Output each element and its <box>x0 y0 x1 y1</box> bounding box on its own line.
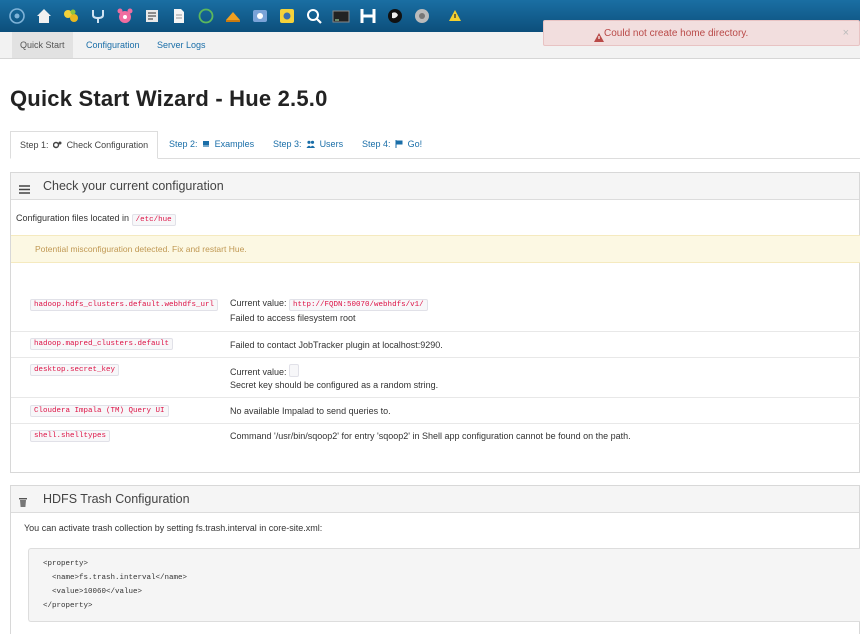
search-icon[interactable] <box>141 5 163 27</box>
help-icon[interactable] <box>411 5 433 27</box>
config-value: Command '/usr/bin/sqoop2' for entry 'sqo… <box>230 430 631 443</box>
config-key: hadoop.hdfs_clusters.default.webhdfs_url <box>30 299 219 311</box>
config-value: No available Impalad to send queries to. <box>230 405 391 418</box>
alert-warning-icon <box>594 29 604 47</box>
trash-icon <box>19 494 27 512</box>
config-message: Command '/usr/bin/sqoop2' for entry 'sqo… <box>230 431 631 441</box>
tab-step-prefix: Step 3: <box>273 139 302 149</box>
tab-step-prefix: Step 2: <box>169 139 198 149</box>
panel-title: Check your current configuration <box>43 179 224 193</box>
shell-icon[interactable] <box>330 5 352 27</box>
config-value: Current value: http://FQDN:50070/webhdfs… <box>230 297 428 325</box>
config-key: Cloudera Impala (TM) Query UI <box>30 405 169 417</box>
config-files-path: /etc/hue <box>131 214 176 226</box>
home-icon[interactable] <box>33 5 55 27</box>
config-value: Failed to contact JobTracker plugin at l… <box>230 339 443 352</box>
config-key: desktop.secret_key <box>30 364 120 376</box>
data-browsers-icon[interactable] <box>87 5 109 27</box>
trash-instructions: You can activate trash collection by set… <box>24 523 323 533</box>
config-row: desktop.secret_key Current value: Secret… <box>11 357 860 398</box>
tab-examples[interactable]: Step 2: Examples <box>160 131 263 158</box>
config-row: shell.shelltypes Command '/usr/bin/sqoop… <box>11 423 860 450</box>
users-icon <box>306 132 316 159</box>
config-key: hadoop.mapred_clusters.default <box>30 338 174 350</box>
book-icon <box>202 132 210 159</box>
workflows-icon[interactable] <box>114 5 136 27</box>
panel-header: Check your current configuration <box>11 173 859 200</box>
tab-step-prefix: Step 4: <box>362 139 391 149</box>
config-message: Failed to contact JobTracker plugin at l… <box>230 340 443 350</box>
page-title: Quick Start Wizard - Hue 2.5.0 <box>10 86 328 111</box>
code-line: </property> <box>43 602 93 610</box>
panel-title: HDFS Trash Configuration <box>43 492 190 506</box>
job-browser-icon[interactable] <box>195 5 217 27</box>
panel-header: HDFS Trash Configuration <box>11 486 859 513</box>
cogs-icon <box>52 133 62 160</box>
current-value-label: Current value: <box>230 367 287 377</box>
subnav-server-logs[interactable]: Server Logs <box>149 32 214 58</box>
config-files-line: Configuration files located in /etc/hue <box>16 213 176 226</box>
config-message: No available Impalad to send queries to. <box>230 406 391 416</box>
code-line: <value>10060</value> <box>43 588 143 596</box>
config-row: hadoop.hdfs_clusters.default.webhdfs_url… <box>11 293 860 331</box>
trash-config-code: <property> <name>fs.trash.interval</name… <box>28 548 860 622</box>
query-editors-icon[interactable] <box>60 5 82 27</box>
current-value: http://FQDN:50070/webhdfs/v1/ <box>289 299 428 311</box>
list-icon <box>19 181 30 199</box>
find-icon[interactable] <box>303 5 325 27</box>
misconfiguration-warning: Potential misconfiguration detected. Fix… <box>11 235 860 263</box>
config-row: hadoop.mapred_clusters.default Failed to… <box>11 331 860 358</box>
current-value-label: Current value: <box>230 298 287 308</box>
config-row: Cloudera Impala (TM) Query UI No availab… <box>11 397 860 424</box>
warning-text: Potential misconfiguration detected. Fix… <box>35 244 247 254</box>
current-value <box>289 364 300 377</box>
alert-message: Could not create home directory. <box>604 28 749 39</box>
error-alert: Could not create home directory. × <box>543 20 860 46</box>
wizard-tabs: Step 1: Check Configuration Step 2: Exam… <box>10 131 860 159</box>
config-message: Secret key should be configured as a ran… <box>230 380 439 390</box>
code-line: <property> <box>43 560 89 568</box>
pig-icon[interactable] <box>222 5 244 27</box>
hbase-icon[interactable] <box>357 5 379 27</box>
impala-icon[interactable] <box>276 5 298 27</box>
sqoop-icon[interactable] <box>384 5 406 27</box>
config-key: shell.shelltypes <box>30 430 111 442</box>
tab-label: Go! <box>407 139 423 149</box>
tab-step-prefix: Step 1: <box>20 140 49 150</box>
warning-icon[interactable] <box>444 5 466 27</box>
tab-users[interactable]: Step 3: Users <box>264 131 352 158</box>
config-files-text: Configuration files located in <box>16 213 130 223</box>
tab-go[interactable]: Step 4: Go! <box>353 131 431 158</box>
tab-check-configuration[interactable]: Step 1: Check Configuration <box>10 131 159 160</box>
code-line: <name>fs.trash.interval</name> <box>43 574 188 582</box>
alert-close-button[interactable]: × <box>843 21 849 45</box>
tab-label: Check Configuration <box>66 140 149 150</box>
tab-label: Users <box>319 139 344 149</box>
subnav-configuration[interactable]: Configuration <box>78 32 148 58</box>
hue-logo-icon[interactable] <box>6 5 28 27</box>
subnav-quick-start[interactable]: Quick Start <box>12 32 73 58</box>
flag-icon <box>395 132 403 159</box>
metastore-icon[interactable] <box>249 5 271 27</box>
config-value: Current value: Secret key should be conf… <box>230 364 438 392</box>
file-browser-icon[interactable] <box>168 5 190 27</box>
tab-label: Examples <box>214 139 255 149</box>
config-message: Failed to access filesystem root <box>230 313 356 323</box>
